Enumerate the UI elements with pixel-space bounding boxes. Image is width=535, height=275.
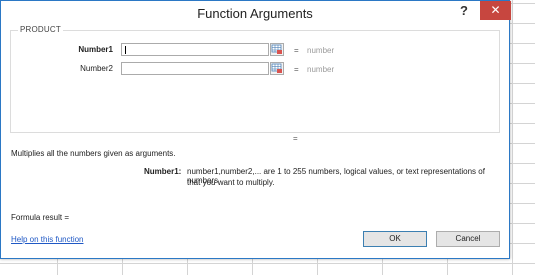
cancel-button[interactable]: Cancel — [436, 231, 500, 247]
number2-equals: = — [294, 65, 299, 74]
argument-help-text-line2: that you want to multiply. — [187, 178, 275, 187]
argument-help-label: Number1: — [144, 167, 182, 176]
number1-range-selector-icon[interactable] — [270, 43, 284, 56]
number2-input[interactable] — [121, 62, 269, 75]
number1-input[interactable] — [121, 43, 269, 56]
number1-result: number — [307, 46, 335, 55]
number2-label: Number2 — [80, 64, 113, 73]
number1-label: Number1 — [78, 45, 113, 54]
text-caret — [125, 46, 126, 54]
number2-result: number — [307, 65, 335, 74]
number2-range-selector-icon[interactable] — [270, 62, 284, 75]
function-description: Multiplies all the numbers given as argu… — [11, 149, 176, 158]
function-arguments-dialog: Function Arguments ? ✕ PRODUCT Number1 =… — [0, 0, 511, 259]
ok-button[interactable]: OK — [363, 231, 427, 247]
close-button[interactable]: ✕ — [480, 1, 511, 20]
number1-equals: = — [294, 46, 299, 55]
dialog-title: Function Arguments — [197, 6, 313, 21]
formula-result-label: Formula result = — [11, 213, 70, 222]
help-icon[interactable]: ? — [456, 3, 472, 19]
help-on-this-function-link[interactable]: Help on this function — [11, 235, 84, 244]
function-name-label: PRODUCT — [18, 25, 63, 34]
function-result-equals: = — [293, 134, 298, 143]
